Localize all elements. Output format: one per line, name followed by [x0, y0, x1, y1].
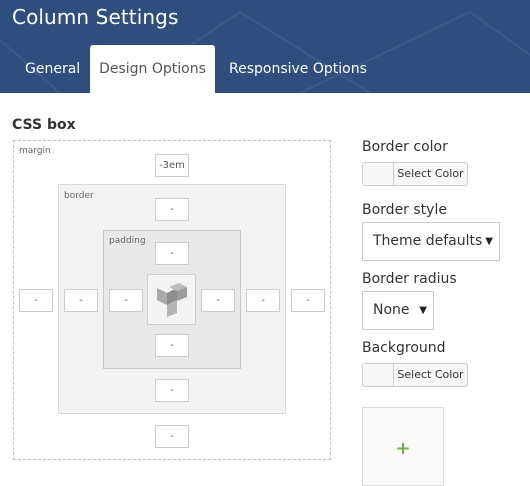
- border-right-input[interactable]: [246, 289, 280, 312]
- vc-logo-icon: [157, 283, 187, 317]
- select-color-label: Select Color: [397, 167, 464, 180]
- padding-left-input[interactable]: [109, 289, 143, 312]
- border-color-picker[interactable]: Select Color: [362, 162, 468, 186]
- margin-left-input[interactable]: [19, 289, 53, 312]
- border-radius-value: None: [373, 302, 410, 318]
- margin-right-input[interactable]: [291, 289, 325, 312]
- border-top-input[interactable]: [155, 198, 189, 221]
- modal-title: Column Settings: [12, 5, 179, 29]
- border-radius-label: Border radius: [362, 271, 457, 287]
- border-style-label: Border style: [362, 202, 447, 218]
- tab-responsive-options[interactable]: Responsive Options: [217, 45, 379, 93]
- select-color-label: Select Color: [397, 368, 464, 381]
- color-swatch: [363, 364, 394, 386]
- margin-label: margin: [19, 146, 51, 156]
- background-image-add[interactable]: +: [362, 407, 444, 486]
- padding-label: padding: [109, 236, 146, 246]
- margin-top-input[interactable]: [155, 154, 189, 177]
- border-style-select[interactable]: Theme defaults ▼: [362, 222, 500, 261]
- padding-top-input[interactable]: [155, 242, 189, 265]
- border-bottom-input[interactable]: [155, 379, 189, 402]
- plus-icon: +: [395, 438, 411, 459]
- padding-bottom-input[interactable]: [155, 334, 189, 357]
- border-radius-select[interactable]: None ▼: [362, 291, 434, 330]
- padding-right-input[interactable]: [201, 289, 235, 312]
- caret-down-icon: ▼: [485, 236, 493, 247]
- background-label: Background: [362, 340, 446, 356]
- border-left-input[interactable]: [64, 289, 98, 312]
- margin-bottom-input[interactable]: [155, 425, 189, 448]
- tab-design-options[interactable]: Design Options: [90, 45, 215, 93]
- border-color-label: Border color: [362, 139, 448, 155]
- border-style-value: Theme defaults: [373, 233, 483, 249]
- border-label: border: [64, 191, 94, 201]
- background-color-picker[interactable]: Select Color: [362, 363, 468, 387]
- color-swatch: [363, 163, 394, 185]
- modal-header: Column Settings General Design Options R…: [0, 0, 530, 93]
- tab-general[interactable]: General: [13, 45, 92, 93]
- css-box-title: CSS box: [12, 117, 76, 133]
- caret-down-icon: ▼: [419, 305, 427, 316]
